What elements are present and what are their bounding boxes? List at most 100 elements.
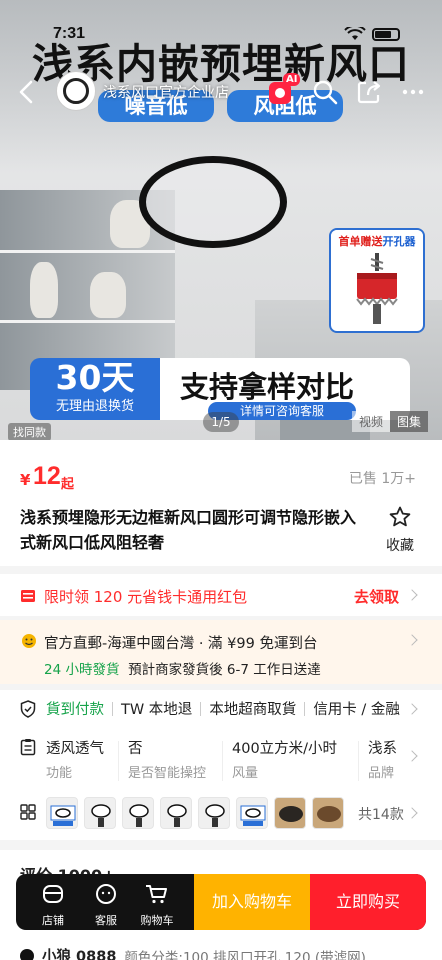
grid-icon — [20, 804, 36, 820]
add-to-cart-button[interactable]: 加入购物车 — [194, 874, 310, 930]
return-policy-banner: 30天 无理由退换货 — [30, 358, 160, 420]
tab-video[interactable]: 视频 — [352, 411, 391, 432]
vent-thumb-icon — [167, 804, 187, 827]
image-counter: 1/5 — [203, 412, 239, 432]
search-icon[interactable] — [310, 77, 340, 107]
vent-thumb-icon — [317, 806, 341, 822]
vent-thumb-icon — [91, 804, 111, 827]
product-image-gallery[interactable]: 7:31 浅系内嵌预埋新风口 噪音低 风阻低 浅系风口官方企业店 AI 首单赠送… — [0, 0, 442, 440]
attribute-value: 透风透气 — [46, 741, 104, 757]
customer-service-label: 客服 — [95, 914, 117, 927]
back-icon[interactable] — [14, 78, 40, 106]
red-packet-icon — [21, 590, 35, 602]
avatar — [20, 948, 34, 960]
sku-thumbnail[interactable] — [236, 797, 268, 829]
sku-thumbnail[interactable] — [274, 797, 306, 829]
customer-service-tab[interactable]: 客服 — [81, 874, 131, 930]
favorite-button[interactable]: 收藏 — [382, 505, 418, 555]
shipping-badge: 24 小時發貨 — [44, 662, 120, 678]
store-tab-label: 店铺 — [42, 914, 64, 927]
price-currency: ¥ — [20, 471, 31, 489]
store-name[interactable]: 浅系风口官方企业店 — [103, 82, 229, 102]
vent-thumb-icon — [279, 806, 303, 822]
favorite-label: 收藏 — [386, 538, 414, 554]
attribute-airflow: 400立方米/小时 风量 — [232, 737, 337, 781]
sku-thumbnail[interactable] — [198, 797, 230, 829]
promo-gift-card: 首单赠送开孔器 — [329, 228, 425, 333]
vent-thumb-icon — [129, 804, 149, 827]
divider — [358, 741, 359, 781]
attribute-key: 功能 — [46, 766, 73, 781]
service-credit-card: 信用卡 / 金融 — [313, 702, 400, 718]
claim-coupon-button[interactable]: 去领取 — [354, 586, 399, 607]
service-local-return: TW 本地退 — [121, 702, 193, 718]
vent-product-ring — [139, 156, 287, 248]
vent-thumb-icon — [205, 804, 225, 827]
service-cod: 貨到付款 — [46, 702, 104, 718]
sku-thumbnail[interactable] — [122, 797, 154, 829]
price-value: 12 — [33, 462, 61, 490]
attribute-smart-control: 否 是否智能操控 — [128, 737, 206, 781]
divider — [200, 701, 202, 716]
store-tab[interactable]: 店铺 — [28, 874, 78, 930]
coupon-text: 限时领 120 元省钱卡通用红包 — [44, 588, 248, 606]
share-icon[interactable] — [354, 77, 384, 107]
sold-count: 已售 1万+ — [348, 471, 416, 487]
attribute-value: 浅系 — [368, 741, 397, 757]
attribute-value: 否 — [128, 741, 143, 757]
shield-check-icon — [20, 700, 36, 718]
cart-tab[interactable]: 购物车 — [132, 874, 182, 930]
review-spec: 颜色分类:100 排风口开孔 120 (带滤网) — [124, 949, 366, 960]
cart-icon — [146, 885, 167, 904]
divider — [222, 741, 223, 781]
background-shelf — [0, 320, 175, 323]
media-tabs: 视频 图集 — [352, 411, 429, 432]
sku-thumbnail[interactable] — [312, 797, 344, 829]
shipping-origin: 官方直郵-海運中國台灣 · 滿 ¥99 免運到台 — [44, 636, 318, 652]
store-logo[interactable] — [56, 71, 96, 111]
more-icon[interactable] — [398, 77, 428, 107]
review-item[interactable]: 小狼 0888 颜色分类:100 排风口开孔 120 (带滤网) — [20, 945, 366, 960]
sku-thumbnail[interactable] — [160, 797, 192, 829]
sku-count[interactable]: 共14款 — [358, 804, 404, 824]
product-title: 浅系预埋隐形无边框新风口圆形可调节隐形嵌入式新风口低风阻轻奢 — [20, 508, 357, 552]
return-policy-text: 无理由退换货 — [55, 399, 134, 414]
review-username: 小狼 0888 — [42, 949, 117, 960]
sku-thumbnail[interactable] — [46, 797, 78, 829]
return-days: 30天 — [55, 358, 135, 397]
divider — [112, 701, 113, 716]
bottom-action-bar: 店铺 客服 购物车 加入购物车 立即购买 — [16, 874, 426, 930]
cart-tab-label: 购物车 — [140, 914, 174, 927]
attribute-function: 透风透气 功能 — [46, 737, 104, 781]
price-suffix: 起 — [61, 477, 75, 492]
store-logo-ring — [63, 78, 89, 104]
background-vase — [90, 272, 126, 318]
sample-banner-text: 支持拿样对比 — [180, 370, 355, 404]
star-icon — [389, 506, 411, 527]
tab-gallery[interactable]: 图集 — [390, 411, 429, 432]
service-list: 貨到付款 TW 本地退 本地超商取貨 信用卡 / 金融 — [46, 698, 400, 719]
vent-thumb-icon — [240, 805, 266, 826]
promo-suffix: 开孔器 — [382, 235, 416, 248]
shipping-delivery: 預計商家發貨後 6-7 工作日送達 — [128, 662, 321, 678]
divider — [304, 701, 306, 716]
vent-thumb-icon — [50, 805, 76, 826]
attribute-key: 品牌 — [368, 766, 395, 781]
divider — [118, 741, 119, 781]
find-similar-button[interactable]: 找同款 — [8, 423, 51, 440]
buy-now-button[interactable]: 立即购买 — [310, 874, 426, 930]
clipboard-icon — [20, 739, 36, 756]
background-shelf — [0, 250, 175, 253]
promo-prefix: 首单赠送 — [338, 235, 383, 248]
promo-title: 首单赠送开孔器 — [331, 230, 423, 249]
chat-icon — [96, 884, 116, 904]
attribute-key: 是否智能操控 — [128, 766, 207, 781]
hole-saw-icon — [356, 253, 398, 324]
sku-thumbnail[interactable] — [84, 797, 116, 829]
attribute-value: 400立方米/小时 — [232, 741, 338, 757]
attribute-key: 风量 — [232, 766, 259, 781]
store-icon — [43, 885, 63, 903]
attribute-brand: 浅系 品牌 — [368, 737, 397, 781]
shipping-eta: 24 小時發貨 預計商家發貨後 6-7 工作日送達 — [44, 658, 321, 678]
ai-badge: AI — [283, 73, 301, 86]
